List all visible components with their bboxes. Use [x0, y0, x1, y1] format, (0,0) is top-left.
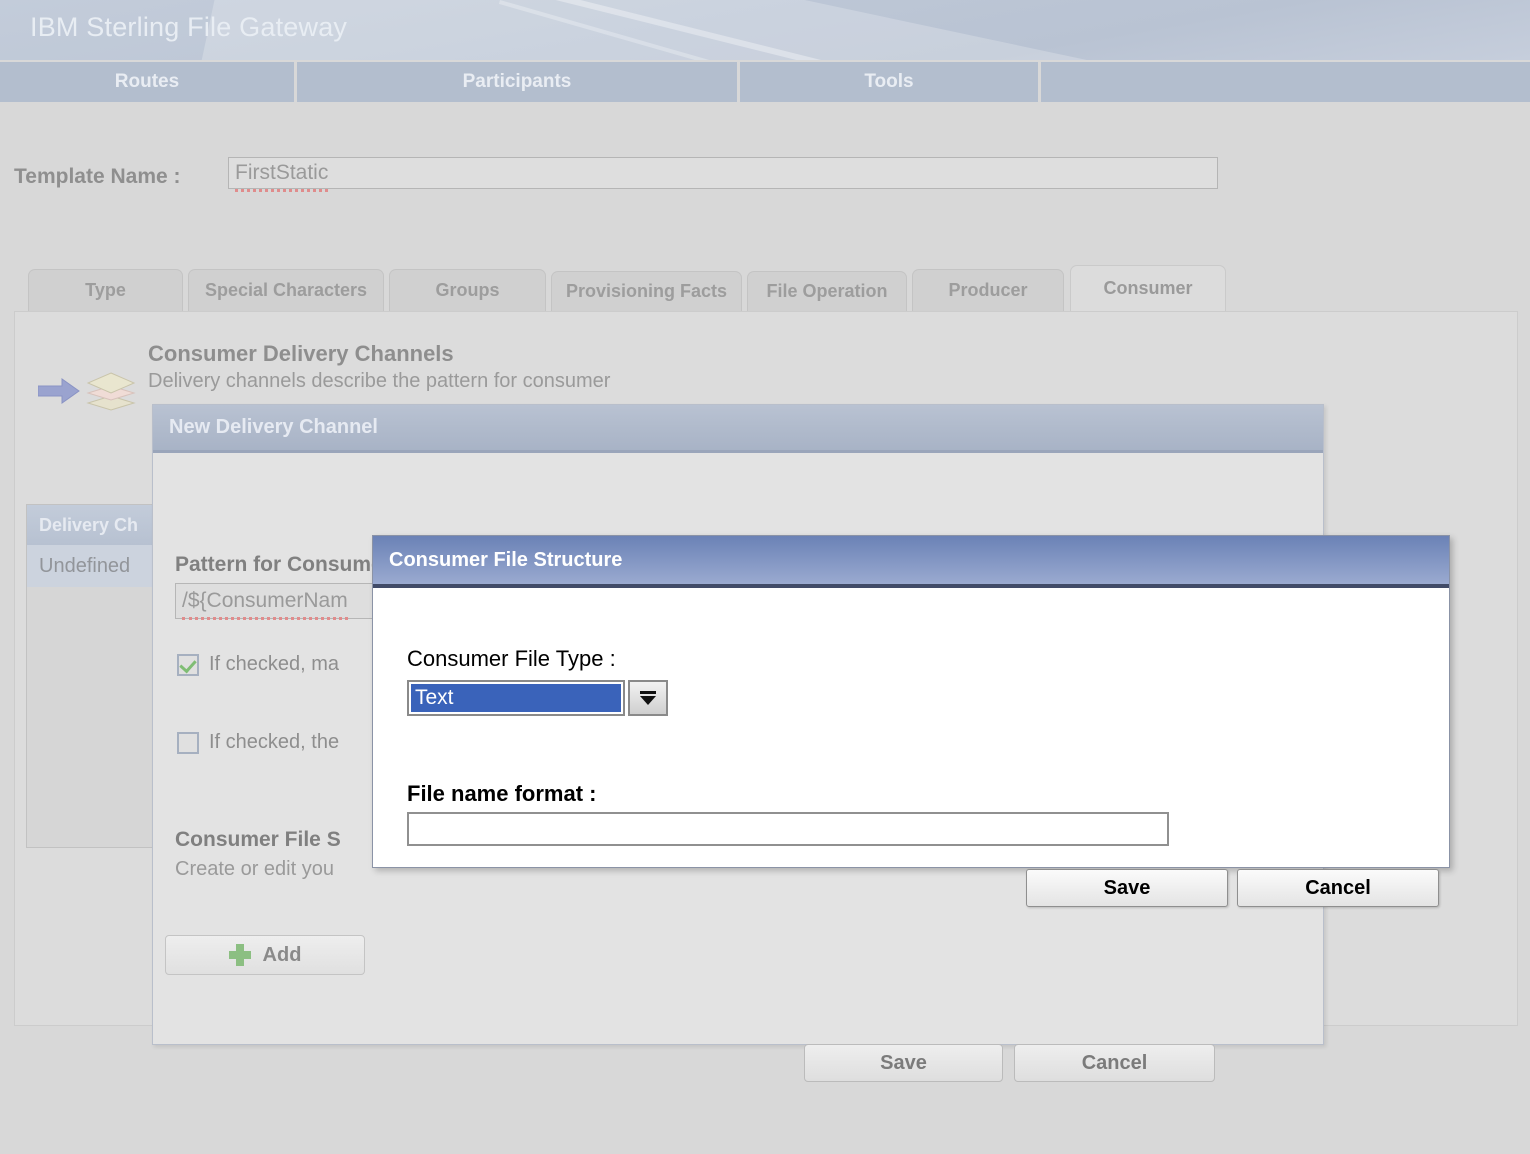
header-decoration-swoosh [198, 0, 1530, 60]
consumer-file-structure-title: Consumer File Structure [389, 548, 623, 571]
chevron-down-icon[interactable] [628, 680, 668, 716]
layers-stack-icon [86, 372, 136, 411]
checkbox-secondary[interactable] [177, 731, 199, 754]
tab-special-characters[interactable]: Special Characters [188, 269, 384, 311]
consumer-file-structure-body: Consumer File Type : Text File name form… [373, 588, 1449, 907]
consumer-file-type-select[interactable]: Text [407, 680, 669, 716]
section-title: Consumer Delivery Channels [148, 341, 454, 366]
add-button-label: Add [262, 943, 302, 966]
tab-file-operation[interactable]: File Operation [747, 271, 907, 311]
checkbox-row-1: If checked, ma [177, 653, 339, 676]
new-delivery-channel-titlebar: New Delivery Channel [153, 405, 1323, 453]
section-description: Delivery channels describe the pattern f… [148, 370, 611, 392]
file-name-format-label: File name format : [407, 781, 597, 806]
file-name-format-input[interactable] [407, 812, 1169, 846]
tab-type[interactable]: Type [28, 269, 183, 311]
nav-item-participants[interactable]: Participants [297, 62, 737, 102]
template-name-value: FirstStatic [235, 158, 329, 192]
consumer-file-structure-dialog: Consumer File Structure Consumer File Ty… [372, 535, 1450, 907]
cancel-button[interactable]: Cancel [1014, 1044, 1215, 1082]
dropdown-bar [640, 691, 656, 694]
checkbox-mailbox-label: If checked, ma [209, 653, 340, 675]
tab-consumer[interactable]: Consumer [1070, 265, 1226, 311]
consumer-file-structure-heading: Consumer File S [175, 828, 341, 851]
save-button[interactable]: Save [1026, 869, 1228, 907]
tab-provisioning-facts[interactable]: Provisioning Facts [551, 271, 742, 311]
pattern-value: /${ConsumerNam [182, 584, 348, 620]
consumer-file-structure-titlebar: Consumer File Structure [373, 536, 1449, 588]
template-name-label: Template Name : [14, 165, 181, 188]
app-title: IBM Sterling File Gateway [30, 12, 348, 42]
nav-filler [1041, 62, 1530, 102]
consumer-file-structure-description: Create or edit you [175, 858, 334, 880]
tab-groups[interactable]: Groups [389, 269, 546, 311]
dropdown-triangle [640, 696, 656, 705]
arrow-right-icon [38, 378, 80, 404]
nav-item-tools[interactable]: Tools [740, 62, 1038, 102]
add-button[interactable]: Add [165, 935, 365, 975]
consumer-file-type-field[interactable]: Text [407, 680, 625, 716]
main-navigation: Routes Participants Tools [0, 60, 1530, 104]
tab-producer[interactable]: Producer [912, 269, 1064, 311]
nav-item-routes[interactable]: Routes [0, 62, 294, 102]
consumer-file-type-selected-option[interactable]: Text [411, 684, 621, 712]
template-tab-strip: Type Special Characters Groups Provision… [0, 265, 1530, 311]
cancel-button[interactable]: Cancel [1237, 869, 1439, 907]
save-button[interactable]: Save [804, 1044, 1003, 1082]
template-name-input[interactable]: FirstStatic [228, 157, 1218, 192]
template-name-row: Template Name : FirstStatic [0, 155, 1530, 203]
checkbox-row-2: If checked, the [177, 731, 339, 754]
consumer-file-type-label: Consumer File Type : [407, 646, 616, 671]
checkbox-mailbox[interactable] [177, 653, 199, 676]
plus-icon [228, 944, 251, 966]
checkbox-secondary-label: If checked, the [209, 731, 340, 753]
app-header: IBM Sterling File Gateway [0, 0, 1530, 60]
new-delivery-channel-title: New Delivery Channel [169, 416, 378, 438]
